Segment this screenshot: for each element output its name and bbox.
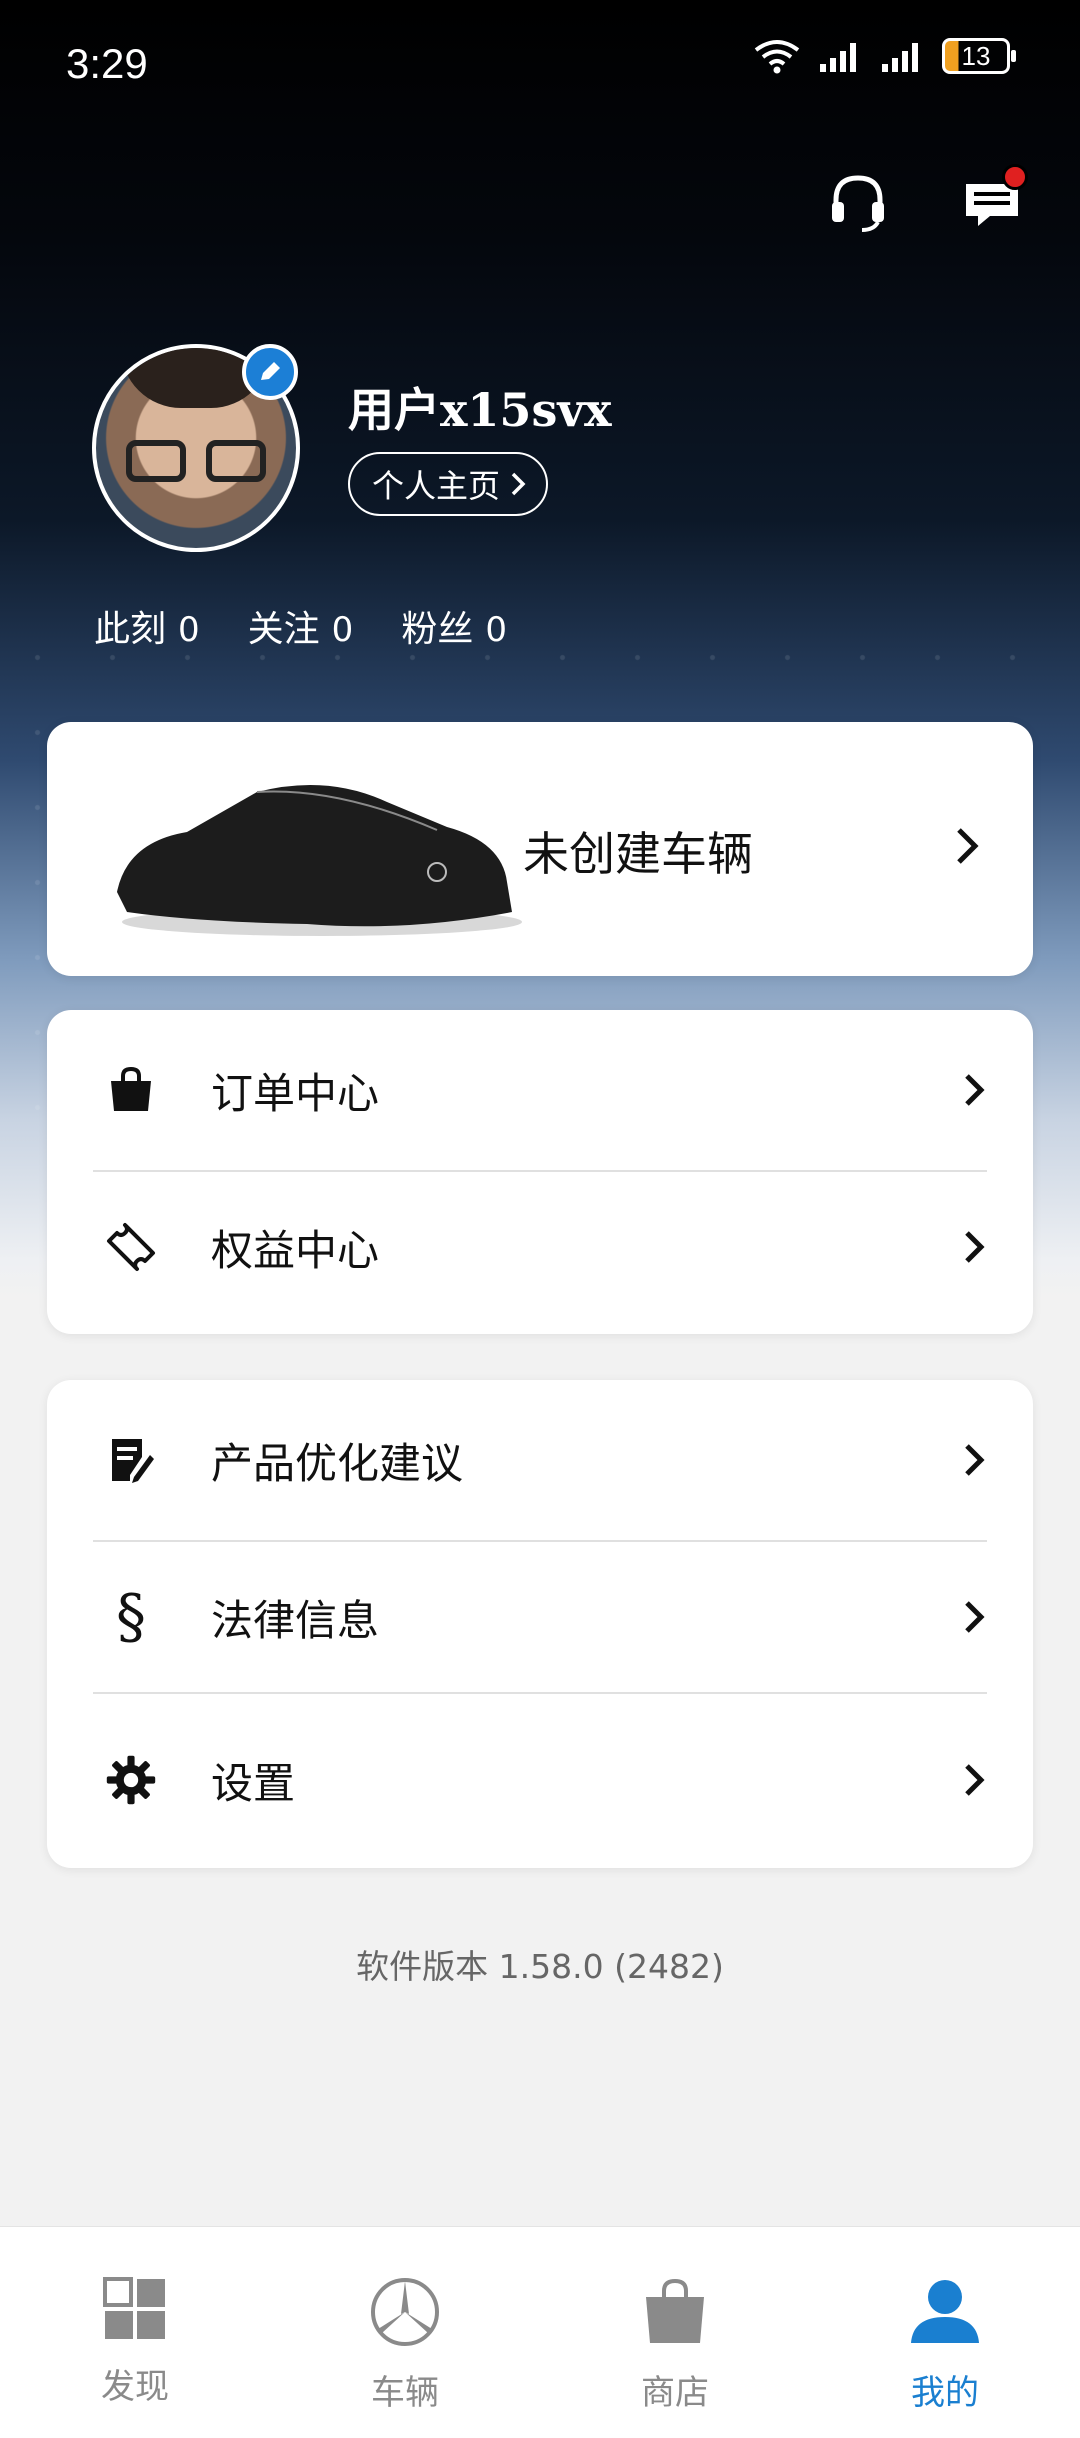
menu-label: 订单中心 — [211, 1068, 380, 1118]
menu-group-settings: 产品优化建议 § 法律信息 设置 — [47, 1380, 1033, 1868]
tab-label: 我的 — [911, 2373, 979, 2413]
customer-service-button[interactable] — [826, 170, 890, 234]
menu-item-benefits-center[interactable]: 权益中心 — [47, 1172, 1033, 1322]
headset-icon — [832, 175, 884, 232]
tab-label: 发现 — [101, 2367, 169, 2407]
notification-dot — [1002, 164, 1028, 190]
stat-moments[interactable]: 此刻 0 — [94, 600, 200, 652]
menu-group-orders: 订单中心 权益中心 — [47, 1010, 1033, 1334]
feedback-icon — [105, 1434, 157, 1486]
app-version: 软件版本 1.58.0 (2482) — [356, 1947, 724, 1986]
covered-car-image — [117, 784, 522, 936]
stat-followers[interactable]: 粉丝 0 — [401, 600, 507, 652]
menu-label: 设置 — [211, 1758, 296, 1808]
menu-item-product-feedback[interactable]: 产品优化建议 — [47, 1380, 1033, 1540]
tab-store[interactable]: 商店 — [540, 2227, 810, 2438]
battery-indicator: 13 — [942, 38, 1016, 74]
chevron-right-icon — [965, 1444, 985, 1476]
edit-avatar-button[interactable] — [242, 344, 298, 400]
gear-icon — [105, 1754, 157, 1806]
status-bar: 3:29 13 — [0, 0, 1080, 130]
battery-level: 13 — [961, 40, 991, 71]
section-sign-icon: § — [116, 1582, 146, 1652]
tab-discover[interactable]: 发现 — [0, 2227, 270, 2438]
menu-label: 法律信息 — [211, 1595, 380, 1645]
vehicle-label: 未创建车辆 — [523, 827, 753, 881]
username: 用户x15svx — [348, 383, 612, 437]
pencil-icon — [261, 362, 280, 380]
menu-label: 权益中心 — [211, 1225, 380, 1275]
messages-button[interactable] — [960, 164, 1028, 234]
tab-mine[interactable]: 我的 — [810, 2227, 1080, 2438]
shopping-bag-icon — [105, 1064, 157, 1116]
star-logo-icon — [371, 2278, 439, 2346]
chevron-right-icon — [511, 472, 526, 496]
chevron-right-icon — [965, 1231, 985, 1263]
profile-stats: 此刻 0 关注 0 粉丝 0 — [94, 600, 507, 652]
chevron-right-icon — [957, 828, 979, 864]
bottom-tab-bar: 发现 车辆 商店 我的 — [0, 2226, 1080, 2438]
tab-label: 车辆 — [371, 2373, 439, 2413]
stat-following[interactable]: 关注 0 — [248, 600, 354, 652]
status-time: 3:29 — [66, 40, 148, 87]
profile-homepage-button[interactable]: 个人主页 — [348, 452, 549, 516]
tab-label: 商店 — [641, 2373, 709, 2413]
wifi-icon — [754, 40, 800, 74]
profile-homepage-label: 个人主页 — [372, 467, 501, 505]
chevron-right-icon — [965, 1764, 985, 1796]
chevron-right-icon — [965, 1601, 985, 1633]
signal-icon-2 — [882, 43, 918, 72]
menu-item-settings[interactable]: 设置 — [47, 1694, 1033, 1866]
vehicle-card[interactable]: 未创建车辆 — [47, 722, 1033, 976]
tab-vehicle[interactable]: 车辆 — [270, 2227, 540, 2438]
menu-item-legal-info[interactable]: § 法律信息 — [47, 1542, 1033, 1692]
person-icon — [911, 2280, 979, 2343]
menu-label: 产品优化建议 — [211, 1438, 464, 1488]
status-icons: 13 — [752, 38, 1016, 74]
ticket-icon — [105, 1221, 157, 1273]
chevron-right-icon — [965, 1074, 985, 1106]
menu-item-order-center[interactable]: 订单中心 — [47, 1010, 1033, 1170]
top-actions — [826, 164, 1028, 234]
signal-icon — [820, 43, 856, 72]
bag-icon — [646, 2278, 704, 2343]
grid-icon — [103, 2277, 165, 2339]
